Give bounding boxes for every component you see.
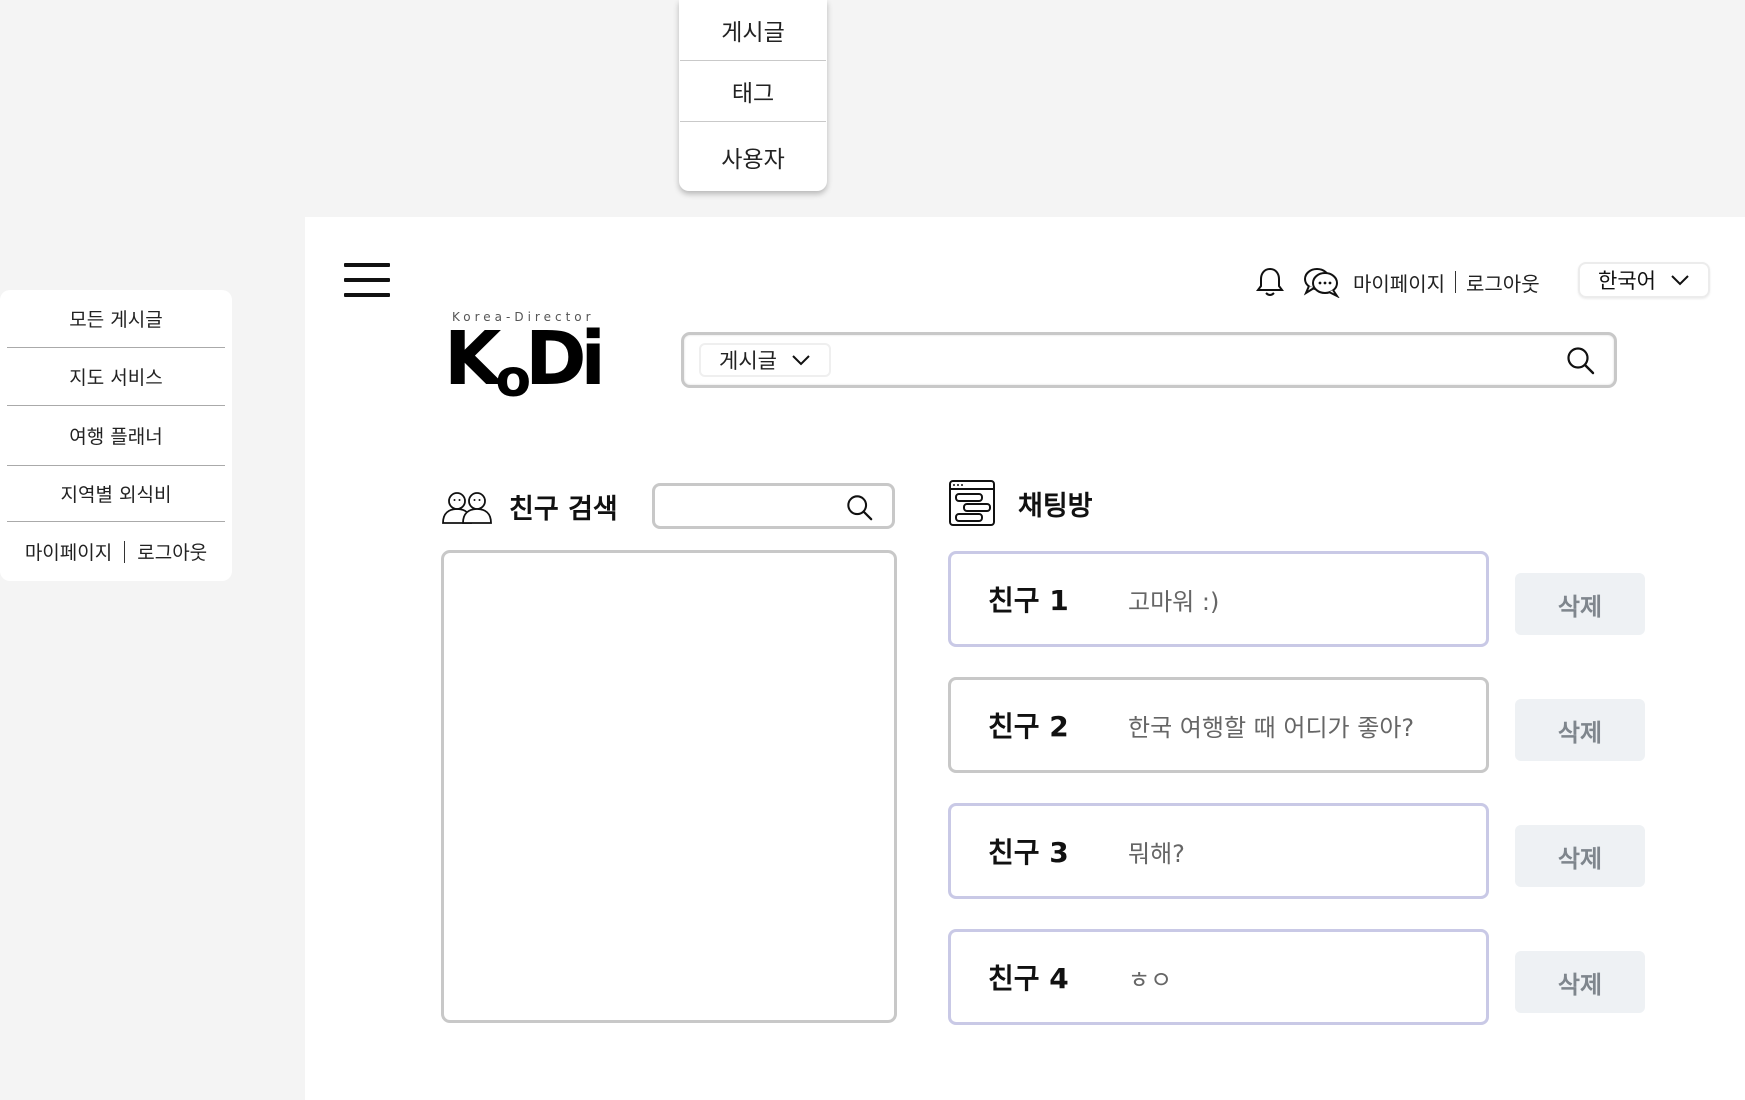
kodi-logo[interactable]: Korea-Director KoDi <box>444 310 606 410</box>
delete-chat-button[interactable]: 삭제 <box>1515 573 1645 635</box>
side-menu-item-map-service[interactable]: 지도 서비스 <box>7 348 225 406</box>
chat-bubbles-icon[interactable] <box>1303 266 1341 298</box>
chat-room-last-message: 뭐해? <box>1128 839 1185 868</box>
search-type-dropdown: 게시글 태그 사용자 <box>679 0 827 191</box>
divider <box>1455 271 1456 293</box>
chat-room-last-message: 한국 여행할 때 어디가 좋아? <box>1128 713 1415 742</box>
chat-room-name: 친구 2 <box>988 710 1069 743</box>
search-icon[interactable] <box>1566 346 1596 380</box>
friend-search-input[interactable] <box>652 483 895 529</box>
main-panel: 마이페이지 로그아웃 한국어 Korea-Director KoDi 게시글 친… <box>305 217 1745 1100</box>
chat-room-icon <box>948 479 996 527</box>
chat-room-row[interactable]: 친구 2 한국 여행할 때 어디가 좋아? <box>948 677 1489 773</box>
side-menu-account-links: 마이페이지 로그아웃 <box>7 522 225 581</box>
search-icon[interactable] <box>846 494 874 526</box>
search-type-option-tag[interactable]: 태그 <box>680 61 826 122</box>
chat-rooms-title: 채팅방 <box>1018 490 1093 522</box>
chat-room-name: 친구 4 <box>988 962 1069 995</box>
delete-chat-button[interactable]: 삭제 <box>1515 825 1645 887</box>
delete-chat-button[interactable]: 삭제 <box>1515 699 1645 761</box>
search-scope-value: 게시글 <box>719 349 777 373</box>
search-scope-select[interactable]: 게시글 <box>699 343 831 377</box>
side-menu: 모든 게시글 지도 서비스 여행 플래너 지역별 외식비 마이페이지 로그아웃 <box>0 290 232 581</box>
search-type-option-post[interactable]: 게시글 <box>680 0 826 61</box>
top-nav: 마이페이지 로그아웃 <box>1255 261 1540 303</box>
side-menu-item-dining-cost[interactable]: 지역별 외식비 <box>7 466 225 522</box>
language-select[interactable]: 한국어 <box>1578 262 1710 298</box>
side-menu-logout-link[interactable]: 로그아웃 <box>137 538 207 565</box>
chat-room-last-message: ㅎㅇ <box>1128 965 1173 994</box>
chevron-down-icon <box>791 354 811 366</box>
hamburger-menu-icon[interactable] <box>344 263 390 297</box>
logout-link[interactable]: 로그아웃 <box>1466 268 1540 297</box>
friend-search-results <box>441 550 897 1023</box>
friends-icon <box>439 489 495 525</box>
friend-search-title: 친구 검색 <box>509 494 618 525</box>
side-menu-item-travel-planner[interactable]: 여행 플래너 <box>7 406 225 466</box>
side-menu-item-all-posts[interactable]: 모든 게시글 <box>7 290 225 348</box>
chat-room-row[interactable]: 친구 4 ㅎㅇ <box>948 929 1489 1025</box>
divider <box>124 540 126 563</box>
main-search-bar[interactable]: 게시글 <box>681 332 1617 388</box>
mypage-link[interactable]: 마이페이지 <box>1353 268 1445 297</box>
chat-room-row[interactable]: 친구 1 고마워 :) <box>948 551 1489 647</box>
chat-room-row[interactable]: 친구 3 뭐해? <box>948 803 1489 899</box>
chevron-down-icon <box>1670 274 1690 286</box>
search-type-option-user[interactable]: 사용자 <box>680 122 826 191</box>
side-menu-mypage-link[interactable]: 마이페이지 <box>25 538 112 565</box>
chat-rooms-header: 채팅방 <box>948 479 1093 527</box>
language-select-value: 한국어 <box>1598 269 1656 293</box>
bell-icon[interactable] <box>1255 266 1285 298</box>
delete-chat-button[interactable]: 삭제 <box>1515 951 1645 1013</box>
logo-wordmark: KoDi <box>444 316 606 409</box>
friend-search-header: 친구 검색 <box>439 487 618 526</box>
chat-room-name: 친구 1 <box>988 584 1069 617</box>
chat-room-name: 친구 3 <box>988 836 1069 869</box>
chat-room-last-message: 고마워 :) <box>1128 587 1220 616</box>
